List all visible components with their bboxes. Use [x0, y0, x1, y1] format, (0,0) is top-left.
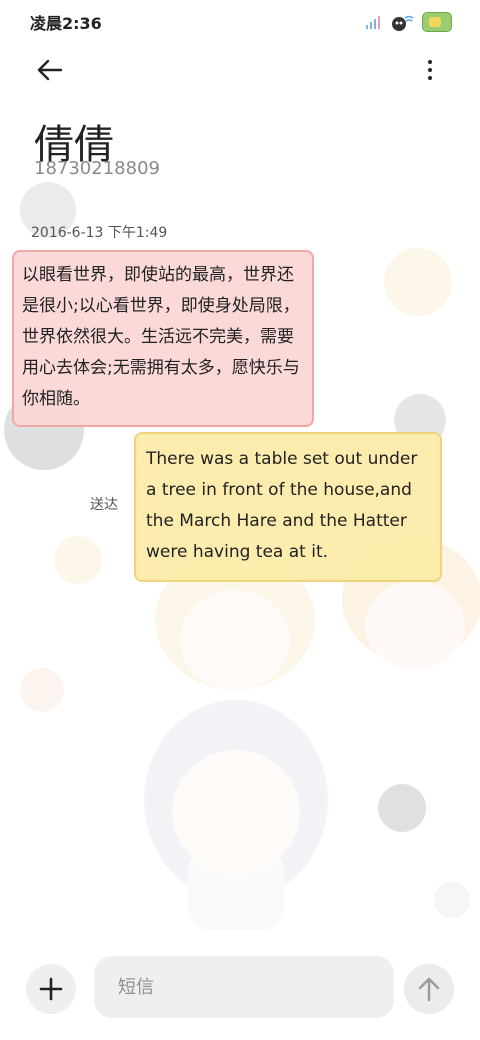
outgoing-message-bubble[interactable]: There was a table set out under a tree i…: [134, 432, 442, 582]
back-button[interactable]: [34, 54, 66, 86]
status-bar: 凌晨2:36: [0, 0, 480, 44]
wifi-pet-icon: [392, 15, 414, 31]
message-input[interactable]: [94, 956, 394, 1018]
arrow-up-icon: [418, 977, 440, 1002]
plus-icon: [39, 977, 63, 1001]
more-options-button[interactable]: [414, 54, 446, 86]
incoming-message-bubble[interactable]: 以眼看世界，即使站的最高，世界还是很小;以心看世界，即使身处局限，世界依然很大。…: [12, 250, 314, 427]
send-button[interactable]: [404, 964, 454, 1014]
status-time: 凌晨2:36: [30, 14, 102, 33]
contact-number[interactable]: 18730218809: [34, 158, 160, 179]
more-vertical-icon: [428, 60, 432, 64]
battery-icon: [422, 12, 452, 32]
status-icons: [366, 12, 452, 32]
message-timestamp: 2016-6-13 下午1:49: [31, 225, 168, 241]
delivery-status: 送达: [90, 497, 118, 513]
add-attachment-button[interactable]: [26, 964, 76, 1014]
top-app-bar: [0, 44, 480, 94]
compose-bar: [0, 950, 480, 1030]
signal-strength-icon: [366, 15, 382, 29]
arrow-left-icon: [37, 59, 63, 81]
